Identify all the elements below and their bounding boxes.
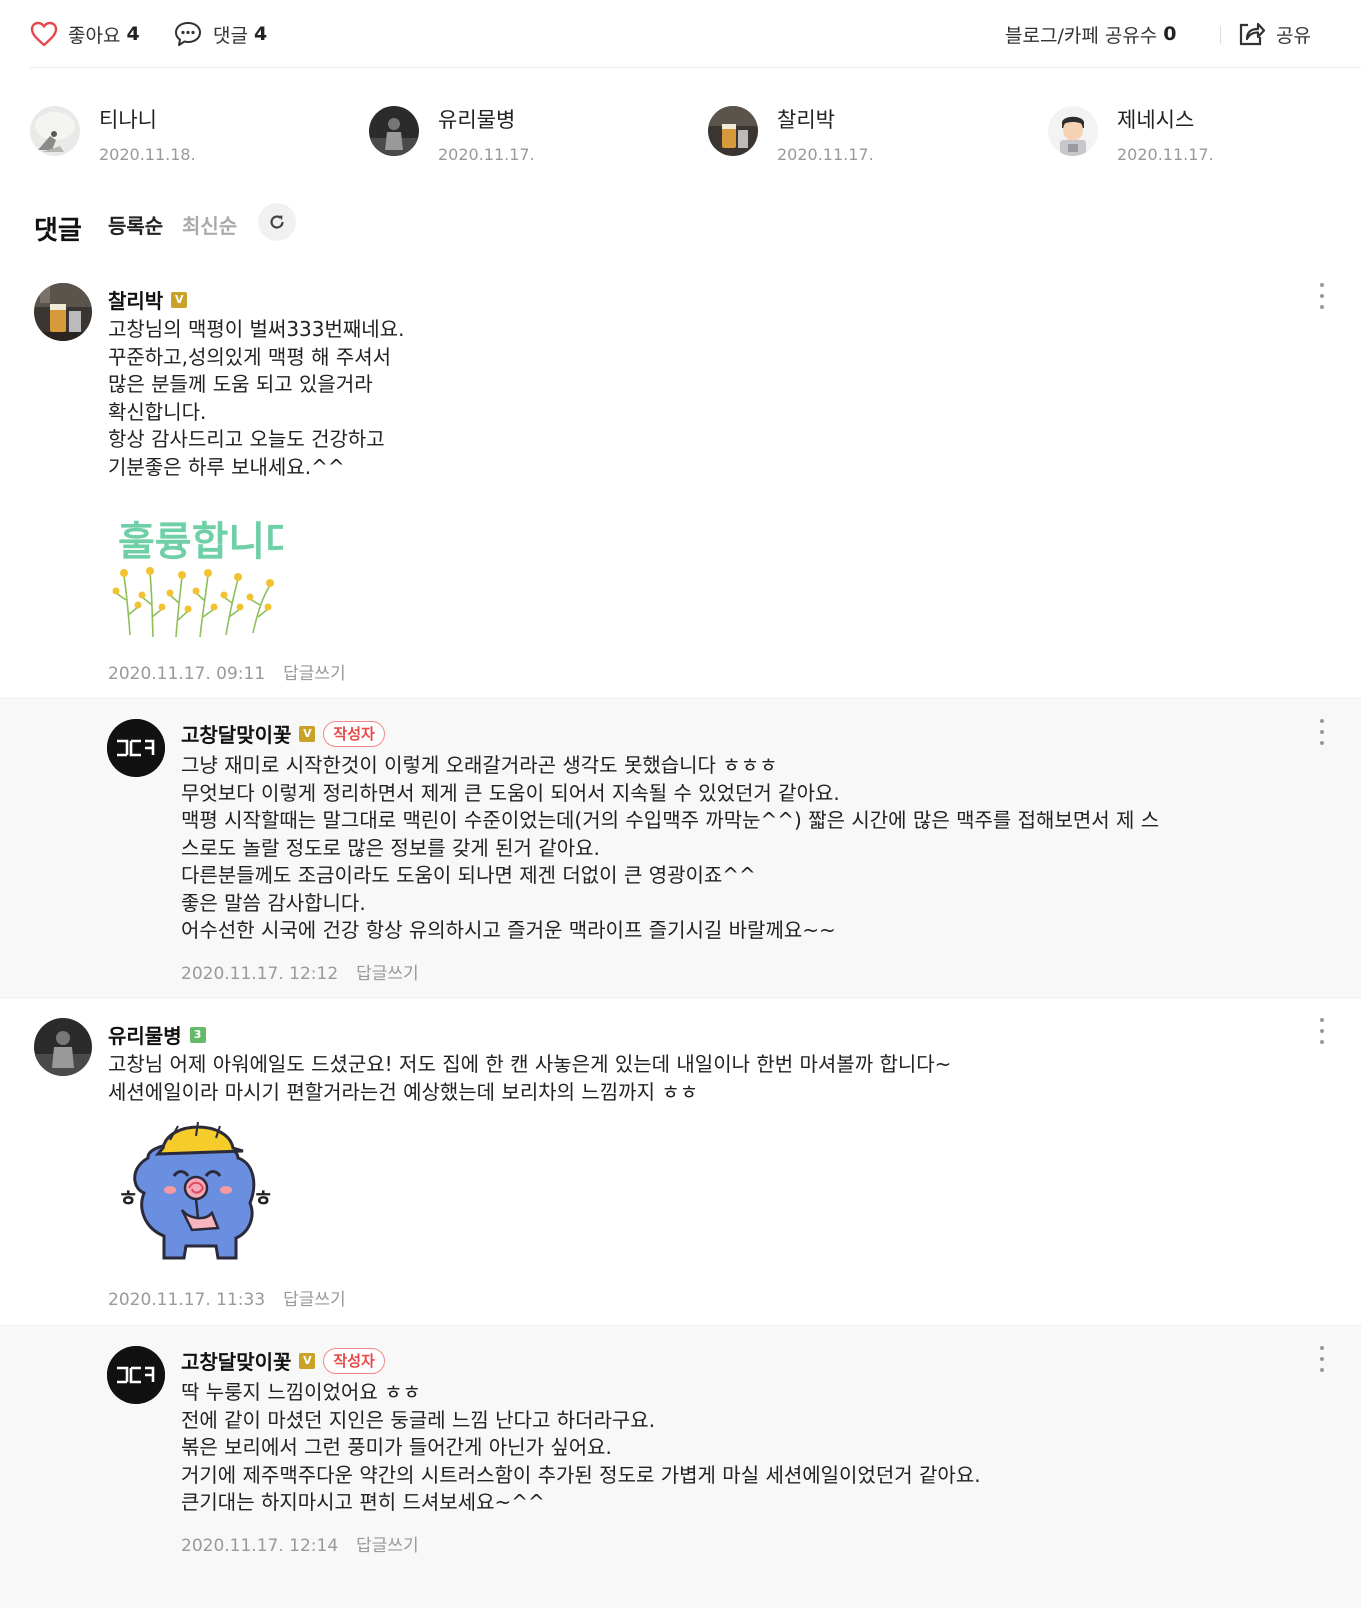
liker-date: 2020.11.17. (438, 145, 535, 164)
reply-item: 고당 고창달맞이꽃 V 작성자 그냥 재미로 시작한것이 이렇게 오래갈거라곤 … (0, 698, 1361, 998)
liker-name: 찰리박 (777, 108, 835, 132)
share-label: 공유 (1276, 24, 1311, 47)
like-label: 좋아요 (68, 24, 121, 47)
level-badge: 3 (189, 1026, 206, 1043)
share-count: 블로그/카페 공유수 0 (1005, 18, 1177, 50)
liker-date: 2020.11.18. (99, 145, 196, 164)
reply-item: 고당 고창달맞이꽃 V 작성자 딱 누룽지 느낌이었어요 ㅎㅎ 전에 같이 마셨… (0, 1325, 1361, 1608)
author-name: 유리물병 (108, 1024, 182, 1048)
avatar[interactable]: 고당 (107, 1346, 165, 1404)
reply-link[interactable]: 답글쓰기 (283, 1290, 346, 1310)
avatar (30, 106, 80, 156)
sticker-label: 훌륭합니다 (118, 519, 283, 565)
share-button[interactable]: 공유 (1236, 18, 1311, 50)
liker-name: 유리물병 (438, 108, 516, 132)
comment-time: 2020.11.17. 12:14 (181, 1536, 339, 1556)
writer-badge: 작성자 (323, 1347, 385, 1374)
avatar-text: 고당 (107, 1346, 109, 1347)
comment-item: 유리물병 3 고창님 어제 아워에일도 드셨군요! 저도 집에 한 캔 사놓은게… (0, 998, 1361, 1325)
comment-text: 고창님 어제 아워에일도 드셨군요! 저도 집에 한 캔 사놓은게 있는데 내일… (108, 1052, 952, 1104)
sort-registered-button[interactable]: 등록순 (108, 210, 163, 239)
author-name: 찰리박 (108, 289, 164, 313)
post-action-bar: 좋아요 4 댓글 4 블로그/카페 공유수 0 공유 (30, 0, 1361, 68)
verified-badge: V (299, 1352, 316, 1369)
liker-date: 2020.11.17. (777, 145, 874, 164)
comment-author[interactable]: 유리물병 3 (108, 1020, 206, 1049)
verified-badge: V (171, 291, 188, 308)
divider (1220, 26, 1221, 44)
reply-link[interactable]: 답글쓰기 (356, 964, 419, 984)
liker-date: 2020.11.17. (1117, 145, 1214, 164)
more-options-button[interactable] (1319, 719, 1325, 745)
avatar (708, 106, 758, 156)
sticker-image: 훌륭합니다 (108, 505, 302, 640)
comment-text: 딱 누룽지 느낌이었어요 ㅎㅎ 전에 같이 마셨던 지인은 둥글레 느낌 난다고… (181, 1380, 981, 1514)
more-options-button[interactable] (1319, 283, 1325, 309)
author-name: 고창달맞이꽃 (181, 723, 292, 747)
comments-title: 댓글 (34, 216, 82, 246)
avatar[interactable]: 고당 (107, 719, 165, 777)
writer-badge: 작성자 (323, 720, 385, 747)
avatar[interactable] (34, 283, 92, 341)
sticker-label: ㅎ (253, 1187, 273, 1212)
more-options-button[interactable] (1319, 1346, 1325, 1372)
comment-meta: 2020.11.17. 12:14 답글쓰기 (181, 1531, 419, 1556)
share-icon (1239, 22, 1266, 46)
comment-count: 4 (253, 23, 268, 45)
comment-time: 2020.11.17. 11:33 (108, 1290, 266, 1310)
comment-meta: 2020.11.17. 12:12 답글쓰기 (181, 959, 419, 984)
comment-author[interactable]: 찰리박 V (108, 285, 188, 314)
verified-badge: V (299, 725, 316, 742)
liker-name: 티나니 (99, 108, 157, 132)
comment-label: 댓글 (213, 24, 248, 47)
comment-meta: 2020.11.17. 09:11 답글쓰기 (108, 659, 346, 684)
comment-item: 찰리박 V 고창님의 맥평이 벌써333번째네요. 꾸준하고,성의있게 맥평 해… (0, 270, 1361, 698)
sticker-image: ㅎ ㅎ (108, 1118, 283, 1268)
comment-time: 2020.11.17. 09:11 (108, 664, 266, 684)
comment-text: 고창님의 맥평이 벌써333번째네요. 꾸준하고,성의있게 맥평 해 주셔서 많… (108, 317, 405, 479)
comment-button[interactable]: 댓글 4 (173, 18, 267, 50)
like-count: 4 (126, 23, 140, 45)
comment-time: 2020.11.17. 12:12 (181, 964, 339, 984)
reply-link[interactable]: 답글쓰기 (356, 1536, 419, 1556)
author-name: 고창달맞이꽃 (181, 1350, 292, 1374)
refresh-icon (270, 215, 284, 229)
refresh-button[interactable] (258, 203, 296, 241)
avatar[interactable] (34, 1018, 92, 1076)
sort-latest-button[interactable]: 최신순 (182, 210, 237, 239)
like-button[interactable]: 좋아요 4 (30, 18, 140, 50)
reply-link[interactable]: 답글쓰기 (283, 664, 346, 684)
comment-author[interactable]: 고창달맞이꽃 V 작성자 (181, 719, 385, 748)
more-options-button[interactable] (1319, 1018, 1325, 1044)
likers-list: 티나니 2020.11.18. 유리물병 2020.11.17. 찰리박 202… (30, 100, 1361, 170)
speech-bubble-icon (175, 22, 201, 46)
liker-name: 제네시스 (1117, 108, 1195, 132)
heart-icon (30, 21, 58, 47)
avatar (1048, 106, 1098, 156)
share-count-value: 0 (1163, 23, 1177, 45)
comments-header: 댓글 등록순 최신순 (34, 200, 434, 246)
comment-author[interactable]: 고창달맞이꽃 V 작성자 (181, 1346, 385, 1375)
avatar (369, 106, 419, 156)
comment-meta: 2020.11.17. 11:33 답글쓰기 (108, 1285, 346, 1310)
avatar-text: 고당 (107, 719, 109, 720)
share-count-label: 블로그/카페 공유수 (1005, 24, 1158, 47)
comment-text: 그냥 재미로 시작한것이 이렇게 오래갈거라곤 생각도 못했습니다 ㅎㅎㅎ 무엇… (181, 753, 1160, 942)
sticker-label: ㅎ (118, 1187, 138, 1212)
